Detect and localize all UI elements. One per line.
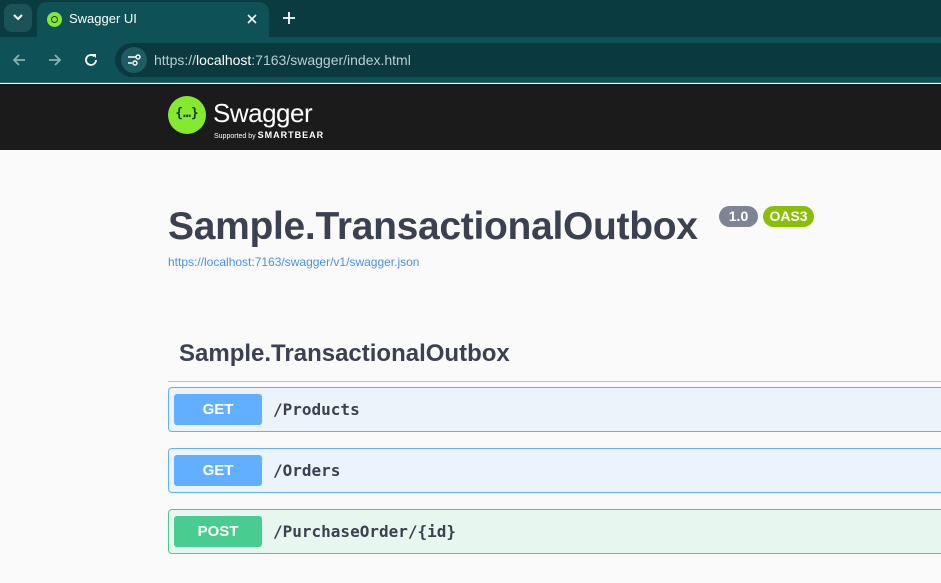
method-badge: GET bbox=[174, 455, 262, 486]
forward-arrow-icon bbox=[49, 54, 62, 66]
address-bar[interactable]: https://localhost:7163/swagger/index.htm… bbox=[115, 43, 941, 77]
site-info-button[interactable] bbox=[121, 47, 147, 73]
smartbear-brand: SMARTBEAR bbox=[257, 130, 325, 140]
api-title: Sample.TransactionalOutbox bbox=[168, 205, 698, 248]
operation-path: /Orders bbox=[273, 461, 341, 480]
url-path: :7163/swagger/index.html bbox=[251, 52, 411, 68]
browser-toolbar: https://localhost:7163/swagger/index.htm… bbox=[0, 37, 941, 83]
tab-search-button[interactable] bbox=[4, 4, 32, 32]
forward-button[interactable] bbox=[45, 50, 65, 70]
tag-section-header[interactable]: Sample.TransactionalOutbox bbox=[168, 332, 941, 382]
reload-icon bbox=[85, 54, 97, 66]
swagger-favicon-icon bbox=[47, 12, 62, 27]
operation-post-purchase-order[interactable]: POST /PurchaseOrder/{id} bbox=[168, 509, 941, 554]
reload-button[interactable] bbox=[81, 50, 101, 70]
version-badge: 1.0 bbox=[719, 206, 758, 227]
tab-swagger-ui[interactable]: Swagger UI bbox=[37, 2, 269, 37]
tab-close-button[interactable] bbox=[243, 10, 261, 28]
url-host: localhost bbox=[196, 52, 252, 68]
back-arrow-icon bbox=[12, 54, 25, 66]
operation-path: /Products bbox=[273, 400, 360, 419]
back-button[interactable] bbox=[9, 50, 29, 70]
swagger-logo-text: Swagger bbox=[213, 98, 313, 128]
operation-path: /PurchaseOrder/{id} bbox=[273, 522, 457, 541]
supported-by-text: Supported by SMARTBEAR bbox=[214, 130, 324, 140]
method-badge: POST bbox=[174, 516, 262, 547]
tab-title: Swagger UI bbox=[69, 11, 137, 26]
url-text: https://localhost:7163/swagger/index.htm… bbox=[154, 52, 411, 68]
url-scheme: https:// bbox=[154, 52, 197, 68]
browser-tabstrip: Swagger UI bbox=[0, 0, 941, 37]
supported-by-label: Supported by bbox=[214, 133, 256, 140]
swagger-topbar: {…} Swagger Supported by SMARTBEAR bbox=[0, 84, 941, 150]
oas-badge: OAS3 bbox=[763, 206, 814, 227]
close-icon bbox=[247, 14, 257, 24]
swagger-logo-icon[interactable]: {…} bbox=[168, 96, 206, 134]
operation-get-orders[interactable]: GET /Orders bbox=[168, 448, 941, 493]
spec-json-link[interactable]: https://localhost:7163/swagger/v1/swagge… bbox=[168, 255, 419, 269]
chevron-down-icon bbox=[13, 14, 23, 21]
operation-get-products[interactable]: GET /Products bbox=[168, 387, 941, 432]
method-badge: GET bbox=[174, 394, 262, 425]
site-settings-icon bbox=[128, 54, 141, 66]
tag-name: Sample.TransactionalOutbox bbox=[179, 340, 510, 367]
plus-icon bbox=[283, 12, 295, 24]
new-tab-button[interactable] bbox=[279, 8, 299, 28]
